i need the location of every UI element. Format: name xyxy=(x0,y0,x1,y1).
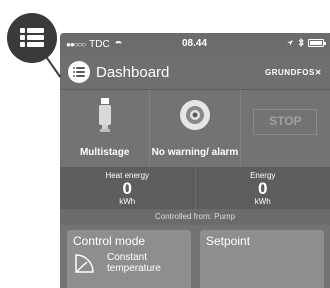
setpoint-title: Setpoint xyxy=(206,234,251,248)
warning-indicator-icon xyxy=(179,100,210,130)
menu-button[interactable] xyxy=(68,61,90,83)
pump-type-tile[interactable]: Multistage xyxy=(60,90,151,167)
menu-callout xyxy=(7,13,57,63)
control-mode-value: Constant temperature xyxy=(107,252,161,274)
screenshot-stage: ●●○○○ TDC 08.44 Dashboard GRUNDFOS✕ Mult… xyxy=(0,0,330,288)
status-bar: ●●○○○ TDC 08.44 xyxy=(60,33,330,55)
clock: 08.44 xyxy=(182,38,208,49)
heat-energy-readout: Heat energy 0 kWh xyxy=(60,167,196,209)
alarm-status-tile[interactable]: No warning/ alarm xyxy=(150,90,241,167)
alarm-status-label: No warning/ alarm xyxy=(151,147,239,158)
heat-energy-unit: kWh xyxy=(119,196,136,206)
stop-tile: STOP xyxy=(241,90,330,167)
controlled-from-text: Controlled from: Pump xyxy=(60,209,330,225)
energy-value: 0 xyxy=(258,178,268,198)
bluetooth-icon xyxy=(298,38,304,47)
energy-readout: Energy 0 kWh xyxy=(196,167,330,209)
wifi-icon xyxy=(113,40,123,48)
heat-energy-value: 0 xyxy=(122,178,132,198)
status-tiles: Multistage No warning/ alarm STOP xyxy=(60,90,330,167)
battery-icon xyxy=(308,38,326,47)
dashboard-cards: Control mode Constant temperature Setpoi… xyxy=(60,225,330,288)
carrier-name: TDC xyxy=(89,38,110,50)
energy-unit: kWh xyxy=(254,196,271,206)
location-icon xyxy=(287,39,293,46)
pump-icon xyxy=(98,98,111,132)
menu-list-icon xyxy=(73,67,85,77)
control-mode-title: Control mode xyxy=(73,234,146,248)
page-title: Dashboard xyxy=(96,63,170,81)
brand-x-icon: ✕ xyxy=(314,67,322,77)
pump-type-label: Multistage xyxy=(79,147,130,158)
app-header: Dashboard GRUNDFOS✕ xyxy=(60,55,330,90)
phone-screen: ●●○○○ TDC 08.44 Dashboard GRUNDFOS✕ Mult… xyxy=(60,33,330,288)
constant-temperature-icon xyxy=(75,254,94,273)
energy-panel: Heat energy 0 kWh Energy 0 kWh xyxy=(60,167,330,209)
signal-strength-icon: ●●○○○ xyxy=(66,39,86,49)
brand-logo: GRUNDFOS✕ xyxy=(265,67,322,77)
menu-list-icon xyxy=(20,28,44,48)
control-mode-card[interactable]: Control mode Constant temperature xyxy=(67,230,191,288)
stop-button[interactable]: STOP xyxy=(253,108,318,135)
setpoint-card[interactable]: Setpoint xyxy=(200,230,324,288)
